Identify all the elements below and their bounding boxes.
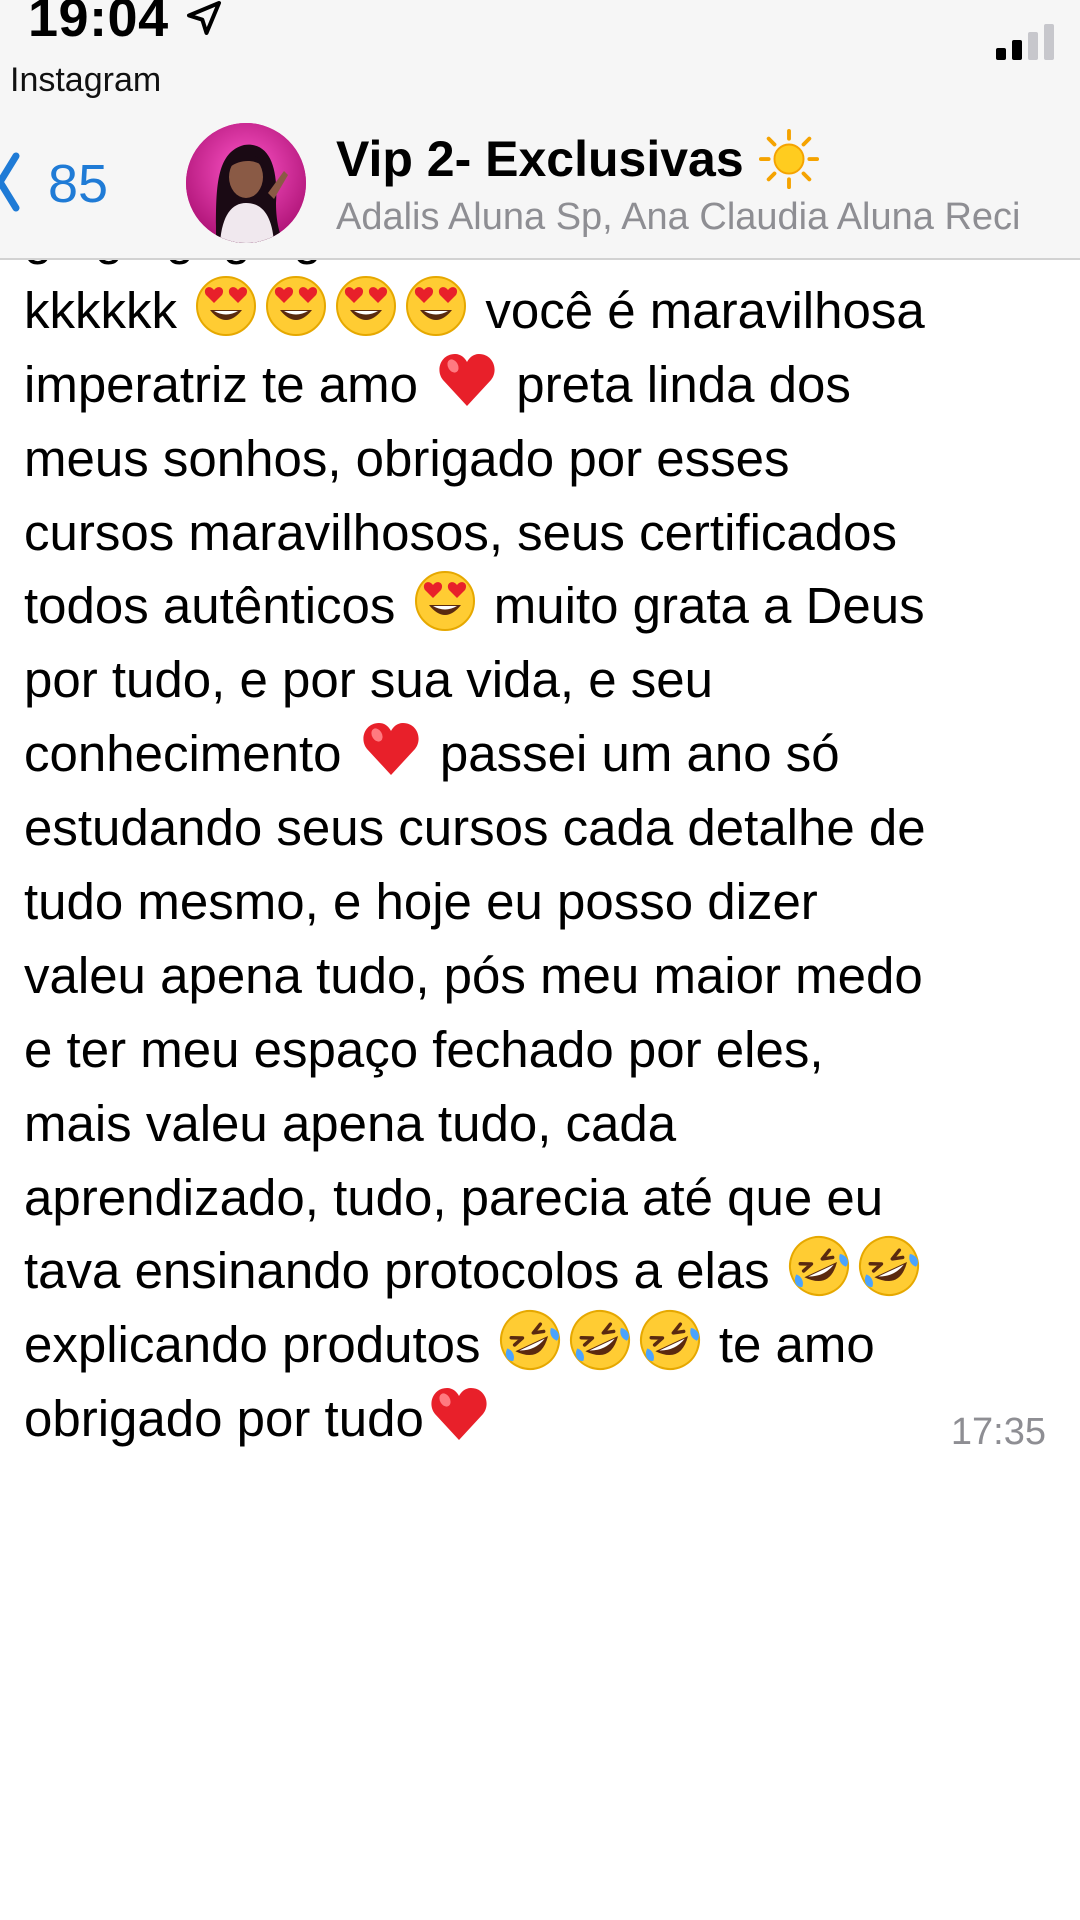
message-text-fragment: conhecimento xyxy=(24,725,356,783)
message-text: ga ga gaga gakkkkkk você é maravilhosaim… xyxy=(24,260,1064,1450)
back-unread-count[interactable]: 85 xyxy=(48,154,108,214)
message-text-fragment: por tudo, e por sua vida, e seu xyxy=(24,651,713,709)
message-text-fragment: cursos maravilhosos, seus certificados xyxy=(24,503,898,561)
message-line: kkkkkk você é maravilhosa xyxy=(24,274,1064,348)
avatar-photo-icon xyxy=(186,123,306,243)
heart-eyes-emoji-icon xyxy=(336,275,397,336)
message-text-fragment: obrigado por tudo xyxy=(24,1390,424,1448)
message-line: e ter meu espaço fechado por eles, xyxy=(24,1013,1064,1087)
rolling-laughing-emoji-icon xyxy=(567,1308,632,1373)
status-bar: 19:04 Instagram xyxy=(0,0,1080,110)
heart-eyes-emoji-icon xyxy=(266,275,327,336)
message-line: imperatriz te amo preta linda dos xyxy=(24,348,1064,422)
message-text-fragment: todos autênticos xyxy=(24,577,410,635)
message-text-fragment: estudando seus cursos cada detalhe de xyxy=(24,799,926,857)
message-timestamp: 17:35 xyxy=(944,1410,1046,1454)
group-avatar[interactable] xyxy=(186,123,306,243)
heart-eyes-emoji-icon xyxy=(196,275,257,336)
back-chevron-icon[interactable] xyxy=(0,148,20,216)
message-text-fragment: te amo xyxy=(704,1316,875,1374)
message-text-fragment: tava ensinando protocolos a elas xyxy=(24,1242,784,1300)
location-arrow-icon xyxy=(187,1,221,35)
message-text-fragment: aprendizado, tudo, parecia até que eu xyxy=(24,1168,884,1226)
message-text-fragment: kkkkkk xyxy=(24,281,192,339)
group-title[interactable]: Vip 2- Exclusivas xyxy=(336,128,820,190)
message-text-fragment: valeu apena tudo, pós meu maior medo xyxy=(24,946,923,1004)
rolling-laughing-emoji-icon xyxy=(637,1308,702,1373)
heart-eyes-emoji-icon xyxy=(406,275,467,336)
group-members[interactable]: Adalis Aluna Sp, Ana Claudia Aluna Reci xyxy=(336,194,1020,240)
rolling-laughing-emoji-icon xyxy=(497,1308,562,1373)
message-text-fragment: e ter meu espaço fechado por eles, xyxy=(24,1020,824,1078)
message-line: obrigado por tudo xyxy=(24,1382,1064,1450)
message-text-fragment: preta linda dos xyxy=(502,355,851,413)
cellular-signal-icon xyxy=(996,24,1054,60)
message-line: mais valeu apena tudo, cada xyxy=(24,1087,1064,1161)
status-time: 19:04 xyxy=(28,0,169,48)
message-text-fragment: passei um ano só xyxy=(425,725,840,783)
sun-icon xyxy=(758,128,819,190)
message-line: aprendizado, tudo, parecia até que eu xyxy=(24,1161,1064,1235)
message-text-fragment: ga ga gaga ga xyxy=(24,260,350,265)
red-heart-emoji-icon xyxy=(439,353,495,406)
message-line: por tudo, e por sua vida, e seu xyxy=(24,643,1064,717)
message-line: conhecimento passei um ano só xyxy=(24,717,1064,791)
red-heart-emoji-icon xyxy=(431,1388,487,1441)
message-text-fragment: mais valeu apena tudo, cada xyxy=(24,1094,677,1152)
message-line: tudo mesmo, e hoje eu posso dizer xyxy=(24,865,1064,939)
rolling-laughing-emoji-icon xyxy=(856,1234,921,1299)
message-text-fragment: explicando produtos xyxy=(24,1316,495,1374)
message-text-fragment: imperatriz te amo xyxy=(24,355,433,413)
chat-header: 85 Vip 2- Exclusivas Adalis Aluna Sp, An… xyxy=(0,110,1080,260)
message-area: ga ga gaga gakkkkkk você é maravilhosaim… xyxy=(0,260,1080,1920)
message-line: estudando seus cursos cada detalhe de xyxy=(24,791,1064,865)
heart-eyes-emoji-icon xyxy=(414,571,475,632)
message-line: meus sonhos, obrigado por esses xyxy=(24,422,1064,496)
message-line: explicando produtos te amo xyxy=(24,1308,1064,1382)
rolling-laughing-emoji-icon xyxy=(786,1234,851,1299)
message-line: ga ga gaga ga xyxy=(24,260,1064,274)
message-text-fragment: meus sonhos, obrigado por esses xyxy=(24,429,790,487)
message-bubble[interactable]: ga ga gaga gakkkkkk você é maravilhosaim… xyxy=(0,260,1080,1450)
back-to-app-link[interactable]: Instagram xyxy=(10,60,161,100)
message-text-fragment: você é maravilhosa xyxy=(471,281,925,339)
message-line: valeu apena tudo, pós meu maior medo xyxy=(24,939,1064,1013)
red-heart-emoji-icon xyxy=(363,723,419,776)
message-text-fragment: tudo mesmo, e hoje eu posso dizer xyxy=(24,873,818,931)
message-line: tava ensinando protocolos a elas xyxy=(24,1234,1064,1308)
message-line: cursos maravilhosos, seus certificados xyxy=(24,496,1064,570)
group-title-text: Vip 2- Exclusivas xyxy=(336,131,744,187)
message-line: todos autênticos muito grata a Deus xyxy=(24,569,1064,643)
message-text-fragment: muito grata a Deus xyxy=(479,577,925,635)
